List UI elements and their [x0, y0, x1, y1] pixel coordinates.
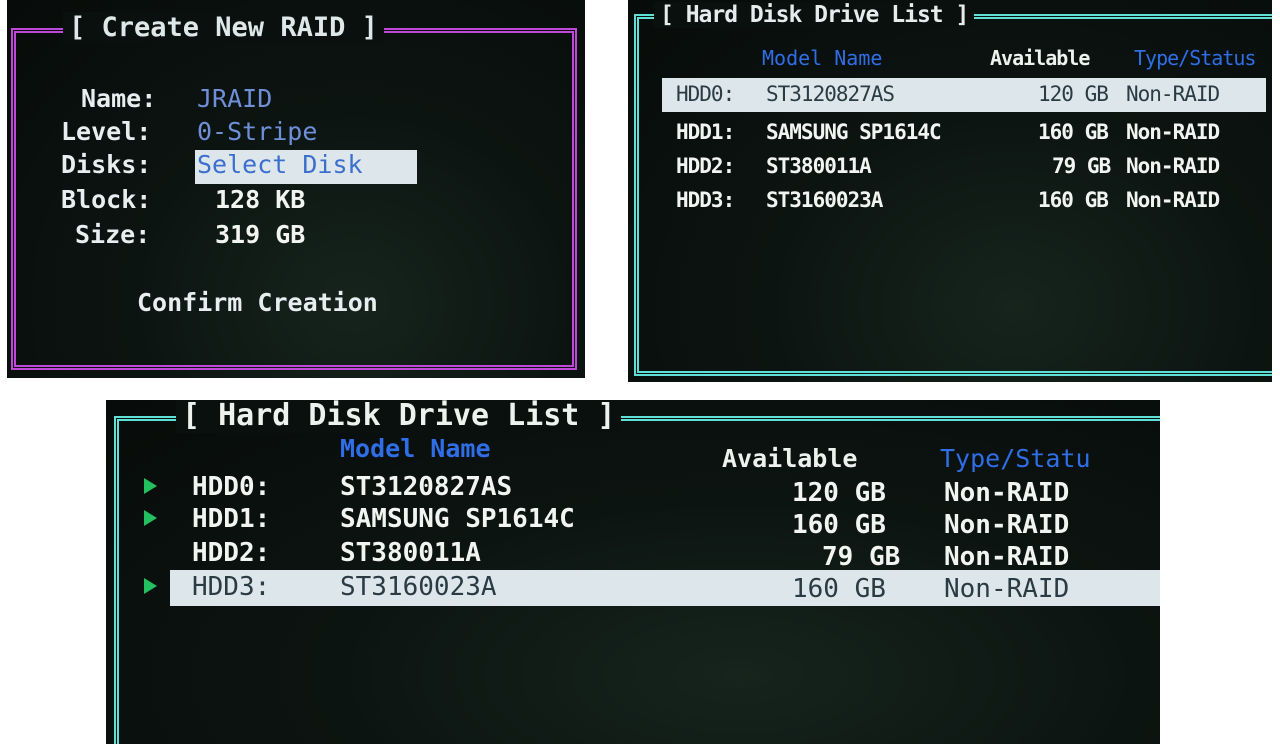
hdd-list-photo-top: [ Hard Disk Drive List ] Model Name Avai…: [628, 0, 1272, 382]
row-model: ST380011A: [340, 538, 481, 568]
level-label: Level:: [61, 117, 152, 146]
row-model: SAMSUNG SP1614C: [340, 504, 575, 534]
name-value[interactable]: JRAID: [197, 84, 272, 113]
row-model: ST3160023A: [766, 188, 883, 212]
row-id: HDD3:: [192, 572, 271, 602]
size-label: Size:: [75, 220, 151, 249]
row-available: 120 GB: [1038, 82, 1109, 106]
row-id: HDD2:: [676, 154, 735, 178]
column-header-available: Available: [722, 444, 858, 473]
selected-arrow-icon: [144, 510, 157, 526]
hdd-list-photo-bottom: [ Hard Disk Drive List ] Model Name Avai…: [106, 400, 1160, 744]
row-model: ST3120827AS: [766, 82, 895, 106]
row-type: Non-RAID: [1126, 188, 1220, 212]
row-id: HDD1:: [676, 120, 735, 144]
row-model: ST380011A: [766, 154, 872, 178]
row-model: ST3120827AS: [340, 472, 513, 502]
selected-arrow-icon: [144, 578, 157, 594]
select-disk-field[interactable]: Select Disk: [197, 150, 363, 179]
row-type: Non-RAID: [944, 574, 1070, 604]
size-value: 319 GB: [215, 220, 306, 249]
level-value[interactable]: 0-Stripe: [197, 117, 317, 146]
row-id: HDD2:: [192, 538, 271, 568]
row-available: 160 GB: [1038, 188, 1109, 212]
selected-arrow-icon: [144, 478, 157, 494]
row-available: 79 GB: [1052, 154, 1111, 178]
row-type: Non-RAID: [944, 542, 1070, 572]
row-available: 160 GB: [1038, 120, 1109, 144]
block-value[interactable]: 128 KB: [215, 185, 305, 214]
row-type: Non-RAID: [1126, 154, 1220, 178]
hdd-list-title-bottom: [ Hard Disk Drive List ]: [176, 400, 622, 433]
column-header-model: Model Name: [340, 434, 491, 463]
row-id: HDD0:: [676, 82, 735, 106]
row-type: Non-RAID: [1126, 120, 1220, 144]
row-available: 160 GB: [792, 510, 886, 540]
create-raid-photo: [ Create New RAID ] Name: JRAID Level: 0…: [7, 0, 585, 378]
name-label: Name:: [81, 84, 157, 113]
row-available: 79 GB: [822, 542, 901, 572]
row-type: Non-RAID: [944, 478, 1070, 508]
row-id: HDD0:: [192, 472, 271, 502]
column-header-model: Model Name: [762, 46, 883, 70]
column-header-type: Type/Statu: [940, 444, 1091, 473]
create-raid-title: [ Create New RAID ]: [63, 12, 384, 43]
disks-label: Disks:: [61, 150, 152, 179]
confirm-creation-button[interactable]: Confirm Creation: [137, 288, 378, 317]
row-type: Non-RAID: [1126, 82, 1220, 106]
row-type: Non-RAID: [944, 510, 1070, 540]
hdd-list-title-top: [ Hard Disk Drive List ]: [654, 2, 975, 28]
row-id: HDD3:: [676, 188, 735, 212]
row-id: HDD1:: [192, 504, 271, 534]
column-header-type: Type/Status: [1134, 46, 1256, 70]
row-available: 160 GB: [792, 574, 886, 604]
block-label: Block:: [61, 185, 152, 214]
row-available: 120 GB: [792, 478, 886, 508]
column-header-available: Available: [990, 46, 1090, 70]
row-model: SAMSUNG SP1614C: [766, 120, 942, 144]
row-model: ST3160023A: [340, 572, 497, 602]
